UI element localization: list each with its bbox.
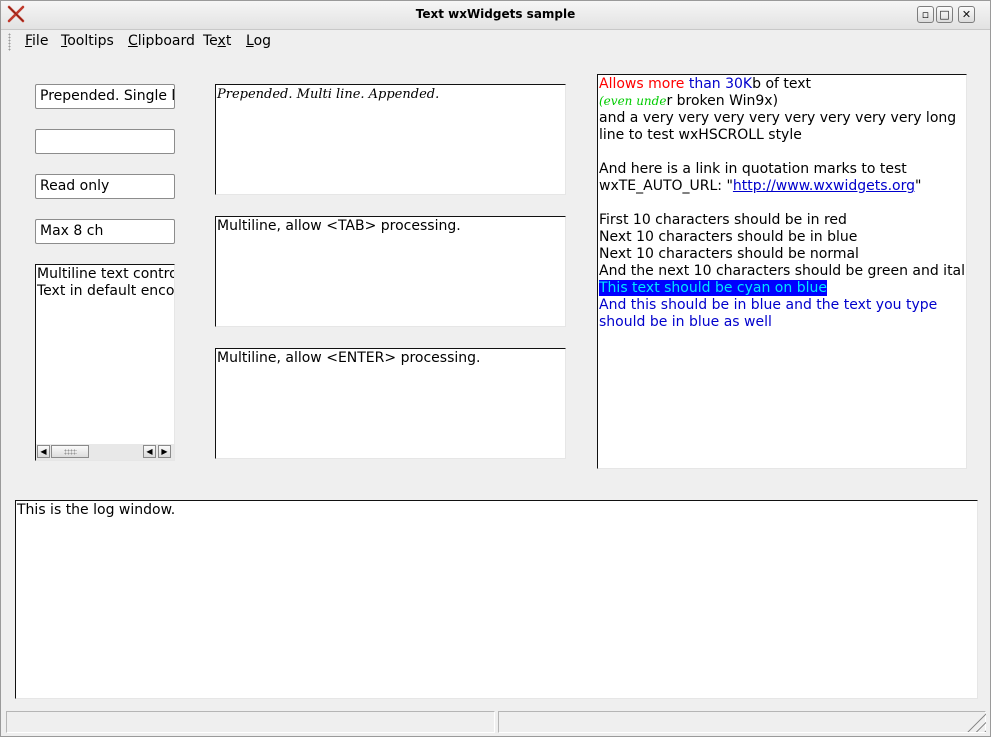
scrollbar-thumb[interactable]	[51, 445, 89, 458]
rich-line-1: Allows more than 30Kb of text	[599, 76, 966, 93]
multiline-line-2: Text in default encoding	[37, 283, 175, 299]
close-button[interactable]: ✕	[958, 6, 975, 23]
menu-text-mnemonic: x	[217, 33, 226, 49]
menu-text[interactable]: Text	[203, 33, 231, 49]
menu-tooltips-label: ooltips	[67, 33, 114, 49]
log-window-text: This is the log window.	[17, 502, 176, 518]
menu-text-label-end: t	[225, 33, 232, 49]
status-bar-pane-2	[498, 711, 986, 733]
menu-clipboard[interactable]: Clipboard	[128, 33, 195, 49]
rich-text-control[interactable]: Allows more than 30Kb of text (even unde…	[597, 74, 967, 469]
maximize-button[interactable]: □	[936, 6, 953, 23]
multi-line-prepended-text: Prepended. Multi line. Appended.	[217, 87, 440, 102]
single-line-text-field[interactable]: Prepended. Single line	[35, 84, 175, 109]
menu-log-mnemonic: L	[246, 33, 254, 49]
multi-line-prepended-field[interactable]: Prepended. Multi line. Appended.	[215, 84, 566, 195]
scroll-left-button[interactable]: ◀	[37, 445, 50, 458]
menu-text-label-start: Te	[203, 33, 218, 49]
menu-file-mnemonic: F	[25, 33, 33, 49]
rich-line-10: And the next 10 characters should be gre…	[599, 263, 967, 279]
multiline-tab-field[interactable]: Multiline, allow <TAB> processing.	[215, 216, 566, 327]
status-bar-pane-1	[6, 711, 495, 733]
minimize-button[interactable]: ▫	[917, 6, 934, 23]
app-window: Text wxWidgets sample ▫ □ ✕ File Tooltip…	[0, 0, 991, 737]
minimize-icon: ▫	[921, 8, 930, 21]
menubar-grip[interactable]	[8, 33, 11, 51]
normal-text: r broken Win9x)	[666, 93, 779, 109]
menu-file-label: ile	[32, 33, 49, 49]
menu-clipboard-mnemonic: C	[128, 33, 138, 49]
rich-line-8: Next 10 characters should be in blue	[599, 229, 858, 245]
arrow-left-icon: ◀	[146, 447, 153, 456]
rich-line-7: First 10 characters should be in red	[599, 212, 847, 228]
rich-line-blank	[599, 144, 966, 161]
readonly-text-field[interactable]: Read only	[35, 174, 175, 199]
arrow-right-icon: ▶	[161, 447, 168, 456]
menu-tooltips[interactable]: Tooltips	[61, 33, 114, 49]
rich-line-12: And this should be in blue and the text …	[599, 297, 938, 313]
rich-line-3: and a very very very very very very very…	[599, 110, 957, 126]
cyan-on-blue-text: This text should be cyan on blue	[599, 280, 827, 296]
blue-text: than 30K	[688, 76, 753, 92]
empty-text-field[interactable]	[35, 129, 175, 154]
menu-log-label: og	[253, 33, 272, 49]
url-suffix-text: "	[914, 178, 922, 194]
normal-text: b of text	[752, 76, 812, 92]
horizontal-scrollbar[interactable]: ◀ ◀ ▶	[36, 444, 174, 460]
multiline-line-1: Multiline text control	[37, 266, 175, 282]
rich-line-11: This text should be cyan on blue	[599, 280, 966, 297]
rich-line-13: should be in blue as well	[599, 314, 772, 330]
url-prefix-text: wxTE_AUTO_URL: "	[599, 178, 733, 194]
title-bar[interactable]: Text wxWidgets sample ▫ □ ✕	[1, 1, 990, 30]
maximize-icon: □	[939, 8, 950, 21]
scroll-right-button[interactable]: ▶	[158, 445, 171, 458]
menu-file[interactable]: File	[25, 33, 48, 49]
menu-log[interactable]: Log	[246, 33, 271, 49]
rich-line-blank-2	[599, 195, 966, 212]
close-icon: ✕	[961, 8, 972, 21]
arrow-left-icon: ◀	[40, 447, 47, 456]
scroll-left-button-2[interactable]: ◀	[143, 445, 156, 458]
rich-line-5: And here is a link in quotation marks to…	[599, 161, 907, 177]
multiline-enter-field[interactable]: Multiline, allow <ENTER> processing.	[215, 348, 566, 459]
menu-clipboard-label: lipboard	[137, 33, 195, 49]
multiline-default-encoding-field[interactable]: Multiline text control Text in default e…	[35, 264, 175, 461]
window-title: Text wxWidgets sample	[415, 7, 576, 21]
max-length-text-field[interactable]: Max 8 ch	[35, 219, 175, 244]
wxwidgets-link[interactable]: http://www.wxwidgets.org	[733, 178, 915, 194]
multiline-tab-text: Multiline, allow <TAB> processing.	[217, 218, 461, 234]
multiline-enter-text: Multiline, allow <ENTER> processing.	[217, 350, 481, 366]
rich-line-4: line to test wxHSCROLL style	[599, 127, 802, 143]
red-text: Allows more	[599, 76, 689, 92]
rich-line-2: (even under broken Win9x)	[599, 93, 966, 110]
rich-line-9: Next 10 characters should be normal	[599, 246, 859, 262]
menu-bar: File Tooltips Clipboard Text Log	[1, 30, 990, 54]
log-window[interactable]: This is the log window.	[15, 500, 978, 699]
green-italic-text: (even unde	[599, 94, 667, 108]
rich-line-6: wxTE_AUTO_URL: "http://www.wxwidgets.org…	[599, 178, 966, 195]
